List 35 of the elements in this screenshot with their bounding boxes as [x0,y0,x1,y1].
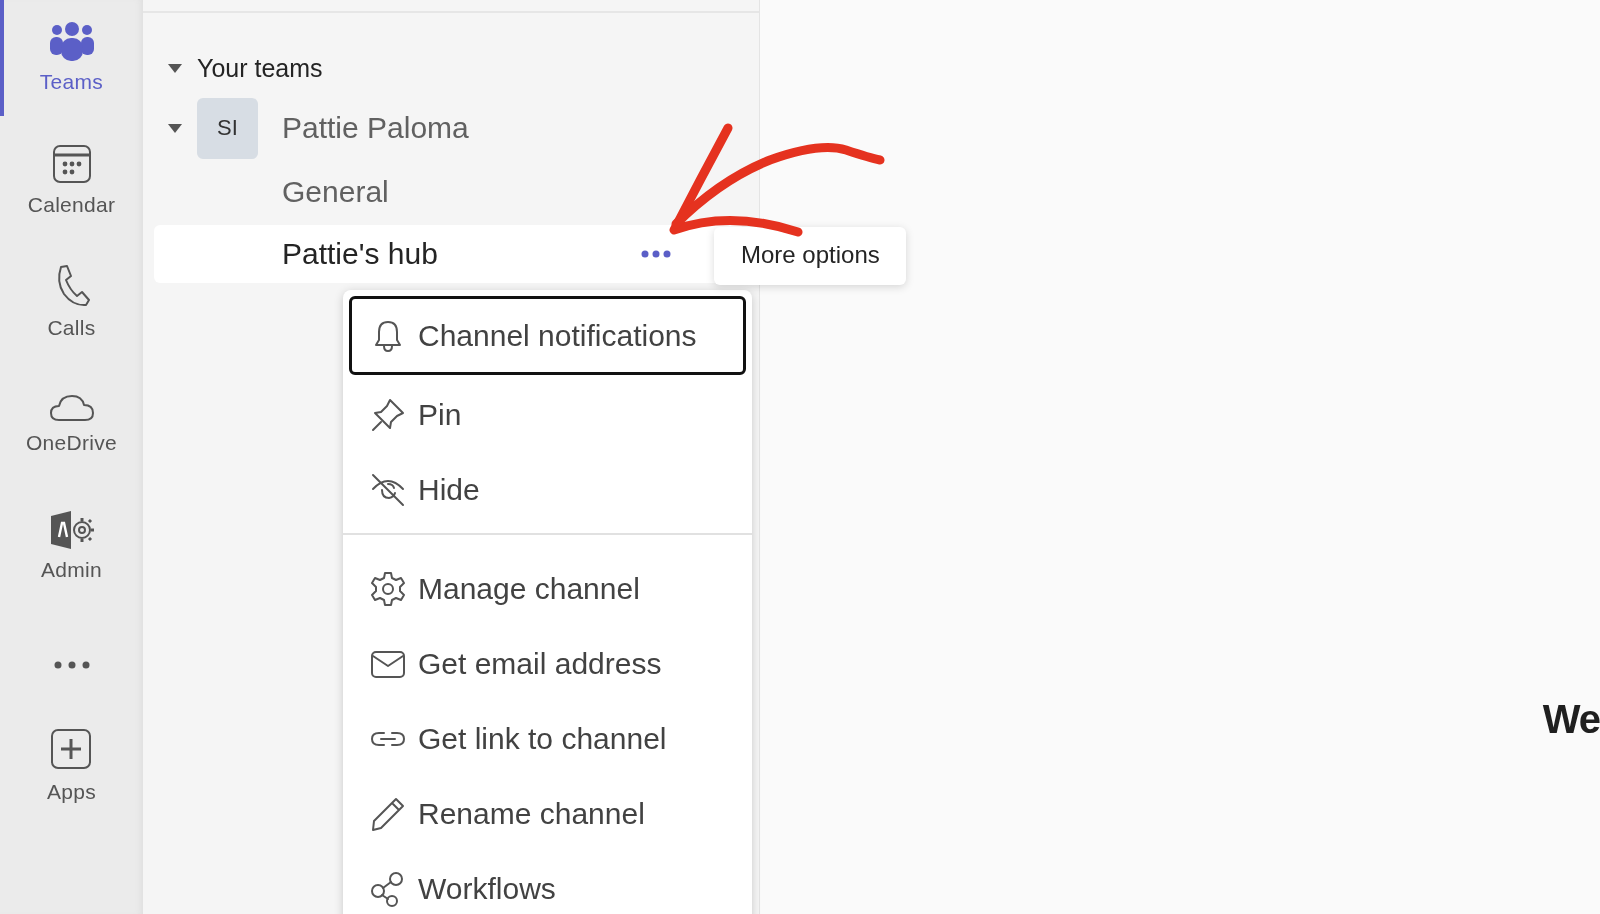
calendar-icon [50,143,93,185]
tooltip: More options [714,227,906,285]
menu-item[interactable]: Pin [349,379,746,450]
pencil-icon [370,795,406,832]
rail-item[interactable]: Calendar [0,122,143,244]
eye-off-icon [370,471,406,508]
more-options-icon[interactable] [641,250,671,258]
channel-item[interactable]: Pattie's hub [154,225,744,283]
menu-item[interactable]: Get email address [349,628,746,699]
menu-item[interactable]: Rename channel [349,778,746,849]
rail-item[interactable]: Admin [0,488,143,610]
cloud-icon [48,393,95,423]
menu-item[interactable]: Channel notifications [349,296,746,375]
menu-item[interactable]: Hide [349,454,746,525]
pin-icon [370,396,406,433]
rail-item[interactable]: Calls [0,244,143,366]
gear-icon [370,570,406,607]
section-header[interactable]: Your teams [197,53,323,83]
more-icon[interactable] [53,661,90,669]
menu-item[interactable]: Workflows [349,853,746,914]
add-icon [50,728,93,770]
rail-item[interactable]: Teams [0,0,143,122]
people-icon [48,22,95,62]
apps-button[interactable]: Apps [46,728,97,804]
caret-icon[interactable] [167,62,183,74]
admin-icon [48,510,95,550]
menu-item[interactable]: Get link to channel [349,703,746,774]
channel-item[interactable]: General [154,163,744,221]
workflow-icon [370,870,406,907]
menu-item[interactable]: Manage channel [349,553,746,624]
welcome-heading: We [1542,697,1600,742]
team-avatar: SI [197,97,258,159]
team-name[interactable]: Pattie Paloma [282,111,469,145]
caret-icon[interactable] [167,122,183,134]
rail-item[interactable]: OneDrive [0,366,143,488]
